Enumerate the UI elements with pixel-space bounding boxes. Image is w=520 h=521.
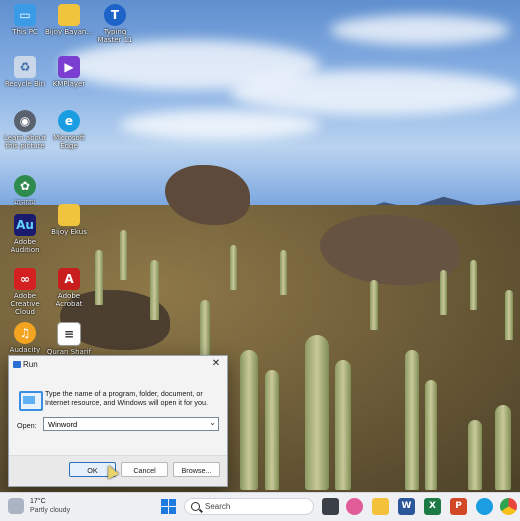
folder-icon — [58, 204, 80, 226]
task-view-button[interactable] — [322, 498, 339, 515]
taskbar-search[interactable]: Search — [184, 498, 314, 515]
desktop-icon-audacity[interactable]: ♫ Audacity — [1, 322, 49, 354]
chrome-icon[interactable] — [500, 498, 517, 515]
run-app-icon — [19, 391, 43, 411]
start-button[interactable] — [160, 498, 177, 515]
edge-icon[interactable] — [476, 498, 493, 515]
run-icon — [13, 361, 21, 368]
desktop-icon-bijoy-ekus[interactable]: Bijoy Ekus — [45, 204, 93, 236]
browse-button[interactable]: Browse... — [173, 462, 220, 477]
desktop-icon-recycle-bin[interactable]: ♻ Recycle Bin — [1, 56, 49, 88]
file-explorer-icon[interactable] — [372, 498, 389, 515]
desktop-icon-adobe-creative-cloud[interactable]: ∞ Adobe Creative Cloud — [1, 268, 49, 316]
camera-icon: ◉ — [14, 110, 36, 132]
weather-condition: Partly cloudy — [30, 507, 71, 514]
weather-temp: 17°C — [30, 498, 46, 505]
desktop-icon-adobe-audition[interactable]: Au Adobe Audition — [1, 214, 49, 254]
audacity-icon: ♫ — [14, 322, 36, 344]
taskbar: 17°C Partly cloudy Search W X P — [0, 492, 520, 521]
close-button[interactable]: ✕ — [209, 357, 223, 371]
open-input-value[interactable]: Winword — [48, 420, 77, 429]
acrobat-icon: A — [58, 268, 80, 290]
dialog-title: Run — [23, 360, 38, 369]
weather-icon — [8, 498, 24, 514]
edge-icon: e — [58, 110, 80, 132]
excel-icon[interactable]: X — [424, 498, 441, 515]
chevron-down-icon[interactable]: ⌄ — [209, 418, 216, 427]
kmplayer-icon: ▶ — [58, 56, 80, 78]
desktop-icon-this-pc[interactable]: ▭ This PC — [1, 4, 49, 36]
recycle-bin-icon: ♻ — [14, 56, 36, 78]
desktop-icon-adobe-acrobat[interactable]: A Adobe Acrobat — [45, 268, 93, 308]
dialog-description: Type the name of a program, folder, docu… — [45, 389, 208, 407]
folder-icon — [58, 4, 80, 26]
audition-icon: Au — [14, 214, 36, 236]
open-label: Open: — [17, 421, 37, 430]
desktop-icon-kmplayer[interactable]: ▶ KMPlayer — [45, 56, 93, 88]
desktop-icon-quran-sharif[interactable]: ≡ Quran Sharif — [45, 322, 93, 356]
dialog-footer: OK Cancel Browse... — [9, 455, 227, 486]
desktop-icon-typing-master[interactable]: T Typing Master 11 — [91, 4, 139, 44]
app-icon: ✿ — [14, 175, 36, 197]
desktop-icon-microsoft-edge[interactable]: e Microsoft Edge — [45, 110, 93, 150]
open-combobox[interactable]: Winword ⌄ — [43, 417, 219, 431]
document-icon: ≡ — [57, 322, 81, 346]
desktop-icon-monorom[interactable]: ✿ মনোরম — [1, 175, 49, 207]
word-icon[interactable]: W — [398, 498, 415, 515]
search-icon — [191, 502, 200, 511]
typing-master-icon: T — [104, 4, 126, 26]
copilot-icon[interactable] — [346, 498, 363, 515]
weather-widget[interactable]: 17°C Partly cloudy — [6, 496, 96, 518]
run-dialog: Run ✕ Type the name of a program, folder… — [8, 355, 228, 487]
creative-cloud-icon: ∞ — [14, 268, 36, 290]
cancel-button[interactable]: Cancel — [121, 462, 168, 477]
search-placeholder: Search — [205, 502, 231, 511]
desktop-icon-bijoy-bayanno[interactable]: Bijoy Bayan... — [45, 4, 93, 36]
desktop-icon-learn-about-picture[interactable]: ◉ Learn about this picture — [1, 110, 49, 150]
powerpoint-icon[interactable]: P — [450, 498, 467, 515]
monitor-icon: ▭ — [14, 4, 36, 26]
